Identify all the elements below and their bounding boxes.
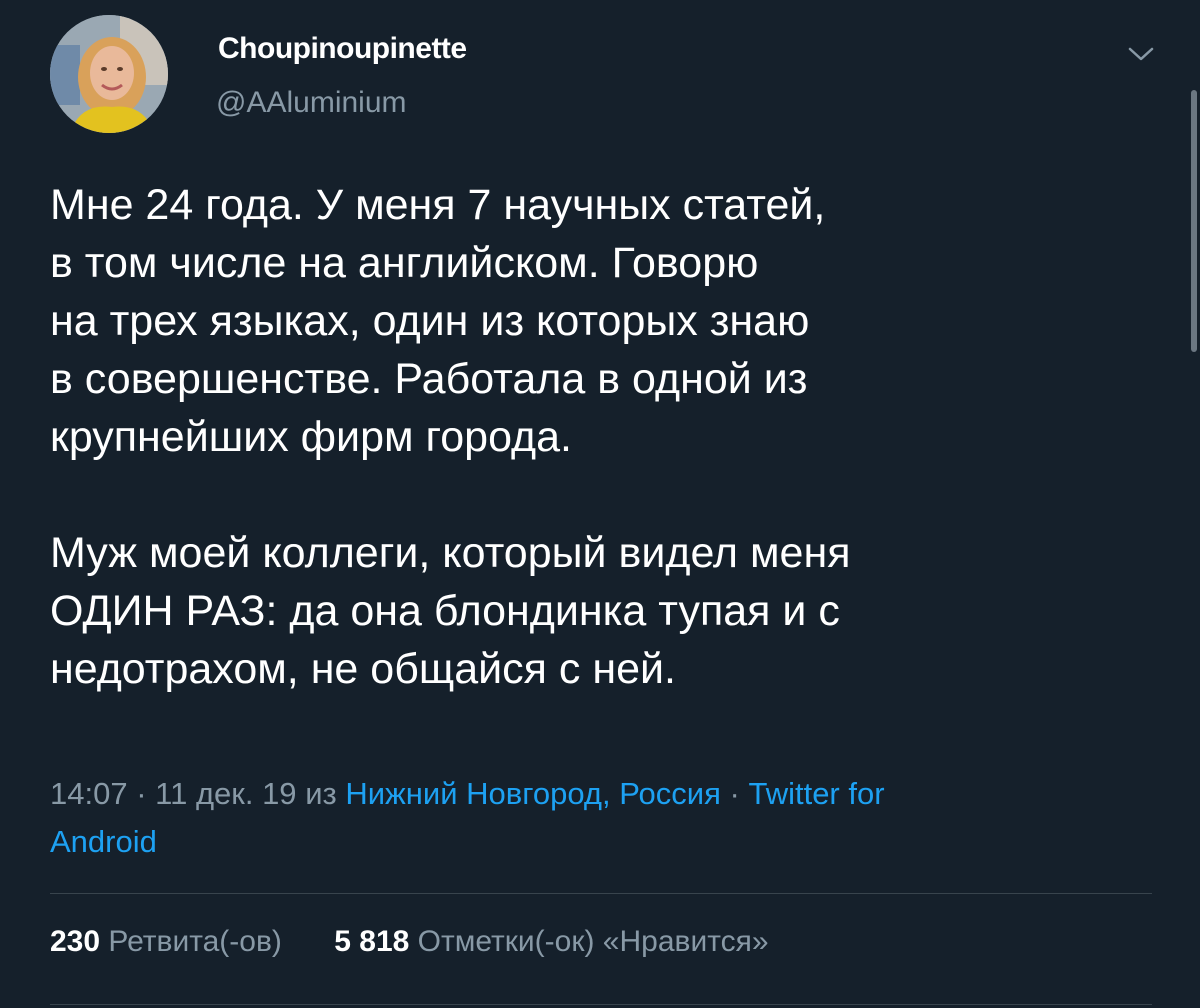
- meta-separator: ·: [729, 776, 740, 811]
- likes-stat[interactable]: 5 818 Отметки(-ок) «Нравится»: [334, 925, 768, 958]
- tweet-text-line: недотрахом, не общайся с ней.: [50, 645, 676, 693]
- tweet-text-line: в том числе на английском. Говорю: [50, 239, 759, 287]
- tweet-meta: 14:07 · 11 дек. 19 из Нижний Новгород, Р…: [50, 770, 1130, 866]
- avatar-photo: [50, 15, 168, 133]
- location-link[interactable]: Нижний Новгород, Россия: [345, 776, 721, 811]
- display-name[interactable]: Choupinoupinette: [218, 32, 467, 66]
- avatar[interactable]: [50, 15, 168, 133]
- user-handle[interactable]: @AAluminium: [216, 86, 407, 120]
- tweet-text: Мне 24 года. У меня 7 научных статей, в …: [50, 176, 1130, 698]
- tweet-stats: 230 Ретвита(-ов) 5 818 Отметки(-ок) «Нра…: [50, 925, 769, 959]
- likes-label: Отметки(-ок) «Нравится»: [417, 925, 769, 958]
- retweets-stat[interactable]: 230 Ретвита(-ов): [50, 925, 290, 958]
- scrollbar[interactable]: [1191, 90, 1197, 352]
- tweet-text-line: Мне 24 года. У меня 7 научных статей,: [50, 181, 826, 229]
- tweet-text-line: Муж моей коллеги, который видел меня: [50, 529, 851, 577]
- retweets-label: Ретвита(-ов): [108, 925, 282, 958]
- chevron-down-icon[interactable]: [1124, 40, 1158, 68]
- likes-count: 5 818: [334, 925, 410, 958]
- tweet-text-line: крупнейших фирм города.: [50, 413, 572, 461]
- source-link-continued[interactable]: Android: [50, 824, 157, 859]
- tweet: Choupinoupinette @AAluminium Мне 24 года…: [0, 0, 1200, 1008]
- tweet-date: 11 дек. 19: [155, 776, 297, 811]
- divider: [50, 893, 1152, 894]
- source-link[interactable]: Twitter for: [748, 776, 884, 811]
- tweet-time: 14:07: [50, 776, 128, 811]
- retweets-count: 230: [50, 925, 101, 958]
- tweet-text-line: на трех языках, один из которых знаю: [50, 297, 810, 345]
- divider: [50, 1004, 1152, 1005]
- tweet-text-line: в совершенстве. Работала в одной из: [50, 355, 808, 403]
- meta-from: из: [305, 776, 337, 811]
- meta-separator: ·: [136, 776, 147, 811]
- tweet-text-line: ОДИН РАЗ: да она блондинка тупая и с: [50, 587, 840, 635]
